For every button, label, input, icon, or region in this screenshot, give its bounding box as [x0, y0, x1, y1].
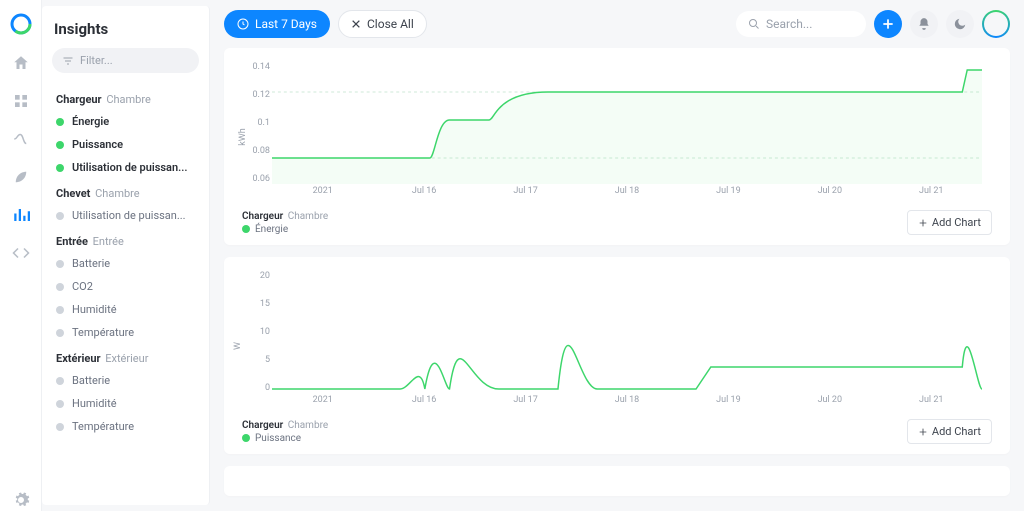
- search-placeholder: Search...: [766, 17, 812, 31]
- tree-item-label: Humidité: [72, 397, 117, 410]
- charts-container: kWh0.140.120.10.080.062021Jul 16Jul 17Ju…: [210, 48, 1024, 511]
- grid-icon[interactable]: [10, 90, 32, 112]
- plus-icon: [881, 17, 895, 31]
- tree-item[interactable]: CO2: [42, 275, 209, 298]
- code-icon[interactable]: [10, 242, 32, 264]
- status-dot: [56, 164, 64, 172]
- chart-area: W201510502021Jul 16Jul 17Jul 18Jul 19Jul…: [272, 271, 982, 411]
- close-all-button[interactable]: Close All: [338, 10, 427, 38]
- notifications-button[interactable]: [910, 10, 938, 38]
- chart-legend: Chargeur ChambrePuissance: [242, 420, 328, 444]
- chart-plot[interactable]: [272, 271, 982, 393]
- tree-item-label: Humidité: [72, 303, 117, 316]
- filter-icon: [62, 55, 74, 67]
- status-dot: [56, 377, 64, 385]
- status-dot: [56, 329, 64, 337]
- add-chart-button[interactable]: Add Chart: [907, 419, 992, 444]
- legend-dot: [242, 434, 250, 442]
- chart-legend: Chargeur ChambreÉnergie: [242, 211, 328, 235]
- group-header: Chevet Chambre: [42, 179, 209, 204]
- status-dot: [56, 260, 64, 268]
- tree-item-label: Énergie: [72, 115, 109, 128]
- legend-dot: [242, 225, 250, 233]
- status-dot: [56, 118, 64, 126]
- tree-item-label: Utilisation de puissan...: [72, 161, 187, 174]
- nav-rail: [0, 0, 42, 511]
- insights-icon[interactable]: [10, 204, 32, 226]
- tree-item[interactable]: Utilisation de puissan...: [42, 204, 209, 227]
- filter-input[interactable]: Filter...: [52, 48, 199, 73]
- app-logo: [9, 12, 33, 36]
- status-dot: [56, 212, 64, 220]
- filter-placeholder: Filter...: [80, 54, 113, 67]
- status-dot: [56, 423, 64, 431]
- tree-item-label: Batterie: [72, 374, 110, 387]
- tree-item[interactable]: Énergie: [42, 110, 209, 133]
- close-all-label: Close All: [367, 17, 414, 31]
- tree-item[interactable]: Température: [42, 321, 209, 344]
- add-button[interactable]: [874, 10, 902, 38]
- chart-card: W201510502021Jul 16Jul 17Jul 18Jul 19Jul…: [224, 257, 1010, 454]
- tree-item-label: Température: [72, 326, 134, 339]
- status-dot: [56, 141, 64, 149]
- close-icon: [351, 19, 361, 29]
- home-icon[interactable]: [10, 52, 32, 74]
- plus-icon: [918, 427, 928, 437]
- tree-item[interactable]: Utilisation de puissan...: [42, 156, 209, 179]
- tree-item-label: Batterie: [72, 257, 110, 270]
- group-header: Entrée Entrée: [42, 227, 209, 252]
- chart-area: kWh0.140.120.10.080.062021Jul 16Jul 17Ju…: [272, 62, 982, 202]
- legend-series-label: Énergie: [255, 224, 288, 235]
- settings-icon[interactable]: [10, 489, 32, 511]
- leaf-icon[interactable]: [10, 166, 32, 188]
- time-range-button[interactable]: Last 7 Days: [224, 10, 330, 38]
- tree-item[interactable]: Humidité: [42, 392, 209, 415]
- tree-item[interactable]: Humidité: [42, 298, 209, 321]
- search-input[interactable]: Search...: [736, 11, 866, 37]
- status-dot: [56, 283, 64, 291]
- y-axis-unit: W: [233, 342, 243, 350]
- page-title: Insights: [42, 6, 209, 48]
- time-range-label: Last 7 Days: [255, 17, 317, 31]
- status-dot: [56, 306, 64, 314]
- chart-plot[interactable]: [272, 62, 982, 184]
- chart-card: [224, 466, 1010, 496]
- moon-icon: [953, 17, 967, 31]
- x-axis: 2021Jul 16Jul 17Jul 18Jul 19Jul 20Jul 21: [272, 395, 982, 411]
- tree-item[interactable]: Puissance: [42, 133, 209, 156]
- y-axis: 0.140.120.10.080.06: [244, 62, 270, 184]
- device-tree: Chargeur Chambre Énergie Puissance Utilisat…: [42, 79, 209, 505]
- tree-item-label: CO2: [72, 280, 93, 293]
- tree-item[interactable]: Batterie: [42, 252, 209, 275]
- tree-item[interactable]: Température: [42, 415, 209, 438]
- status-dot: [56, 400, 64, 408]
- search-icon: [748, 18, 760, 30]
- plus-icon: [918, 218, 928, 228]
- topbar: Last 7 Days Close All Search...: [210, 0, 1024, 48]
- group-header: Extérieur Extérieur: [42, 344, 209, 369]
- y-axis: 20151050: [244, 271, 270, 393]
- add-chart-button[interactable]: Add Chart: [907, 210, 992, 235]
- add-chart-label: Add Chart: [932, 425, 981, 438]
- theme-toggle[interactable]: [946, 10, 974, 38]
- group-header: Chargeur Chambre: [42, 85, 209, 110]
- tree-item-label: Température: [72, 420, 134, 433]
- x-axis: 2021Jul 16Jul 17Jul 18Jul 19Jul 20Jul 21: [272, 186, 982, 202]
- tree-item-label: Utilisation de puissan...: [72, 209, 186, 222]
- sidebar: Insights Filter... Chargeur Chambre Énerg…: [42, 6, 210, 505]
- avatar[interactable]: [982, 10, 1010, 38]
- flows-icon[interactable]: [10, 128, 32, 150]
- bell-icon: [917, 17, 931, 31]
- chart-card: kWh0.140.120.10.080.062021Jul 16Jul 17Ju…: [224, 48, 1010, 245]
- tree-item-label: Puissance: [72, 138, 123, 151]
- add-chart-label: Add Chart: [932, 216, 981, 229]
- legend-series-label: Puissance: [255, 433, 301, 444]
- clock-icon: [237, 18, 249, 30]
- tree-item[interactable]: Batterie: [42, 369, 209, 392]
